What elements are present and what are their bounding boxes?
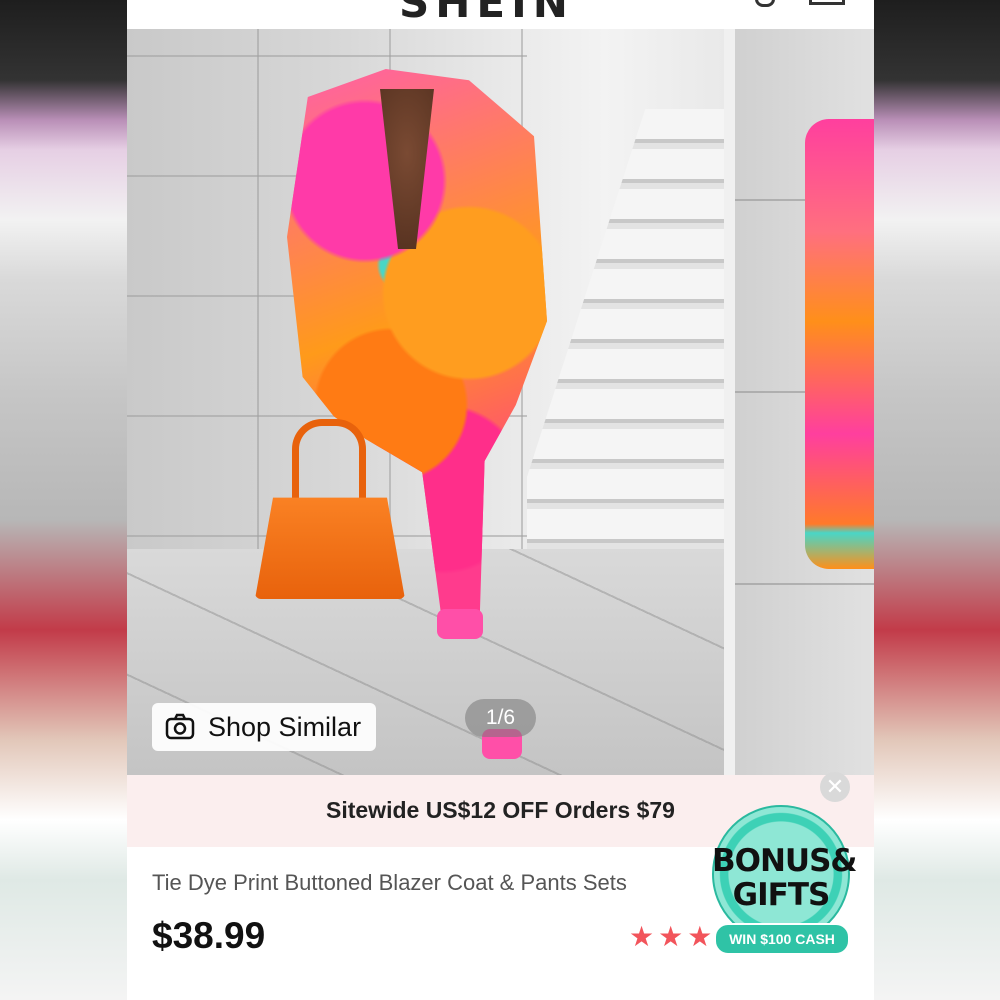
product-title: Tie Dye Print Buttoned Blazer Coat & Pan…: [152, 870, 627, 895]
bonus-ribbon: WIN $100 CASH: [714, 923, 850, 955]
handbag-handle: [292, 419, 366, 506]
search-icon[interactable]: [755, 0, 775, 7]
bonus-subtitle: GIFTS: [732, 877, 831, 913]
product-photo-main[interactable]: [127, 29, 724, 775]
star-icon: ★: [687, 921, 713, 952]
bonus-gifts-badge[interactable]: BONUS& GIFTS WIN $100 CASH: [712, 805, 857, 955]
background-blur-right: [874, 0, 1000, 1000]
cart-icon[interactable]: [809, 0, 845, 5]
star-icon: ★: [629, 921, 655, 952]
product-price: $38.99: [152, 915, 266, 956]
product-page: SHEIN Shop Similar 1/6 Sitewide US$12 OF…: [127, 0, 874, 1000]
image-pager: 1/6: [465, 699, 536, 737]
shop-similar-button[interactable]: Shop Similar: [152, 703, 376, 751]
close-icon[interactable]: ✕: [820, 772, 850, 802]
rating-stars[interactable]: ★ ★ ★: [629, 920, 712, 954]
brand-logo[interactable]: SHEIN: [399, 0, 574, 27]
product-image-gallery[interactable]: Shop Similar 1/6: [127, 29, 874, 775]
tie-dye-sleeve: [805, 119, 874, 569]
camera-icon: [165, 713, 195, 740]
shop-similar-label: Shop Similar: [208, 711, 362, 742]
top-header: SHEIN: [127, 0, 874, 29]
star-icon: ★: [658, 921, 684, 952]
staircase: [527, 109, 724, 569]
bonus-title: BONUS&: [712, 843, 857, 879]
pink-sandal: [437, 609, 483, 639]
product-photo-next[interactable]: [735, 29, 874, 775]
background-blur-left: [0, 0, 127, 1000]
